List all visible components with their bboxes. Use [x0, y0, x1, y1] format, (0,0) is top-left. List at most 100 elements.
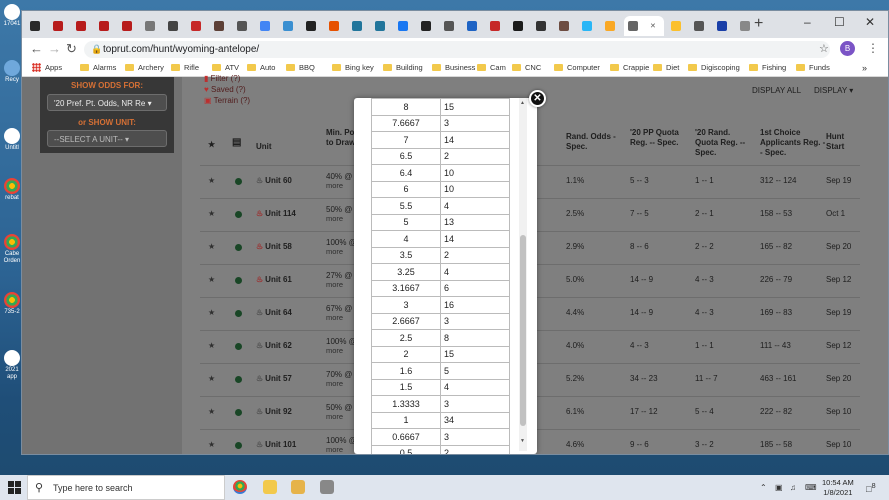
browser-tab[interactable]: [713, 16, 734, 36]
profile-avatar[interactable]: B: [840, 41, 855, 56]
browser-tab[interactable]: [509, 16, 530, 36]
desktop-icon[interactable]: 735-2: [2, 292, 22, 316]
network-icon[interactable]: ▣: [775, 483, 783, 492]
bookmark-folder[interactable]: Cam: [477, 63, 506, 72]
browser-tab[interactable]: [26, 16, 47, 36]
desktop-icon-image: [4, 292, 20, 308]
browser-tab[interactable]: [532, 16, 553, 36]
points-row: 2.5 8: [371, 329, 510, 347]
modal-scrollbar[interactable]: ▲ ▼: [519, 98, 527, 451]
points-value: 4: [371, 230, 441, 248]
menu-dots-icon[interactable]: ⋮: [867, 41, 879, 55]
windows-start-icon[interactable]: [8, 481, 21, 494]
minimize-icon[interactable]: –: [804, 15, 811, 29]
scroll-down-icon[interactable]: ▼: [520, 438, 525, 444]
scroll-thumb[interactable]: [520, 235, 526, 426]
new-tab-button[interactable]: +: [754, 15, 763, 33]
points-value: 1: [371, 411, 441, 429]
bookmark-folder[interactable]: Bing key: [332, 63, 374, 72]
bookmark-folder[interactable]: Business: [432, 63, 475, 72]
desktop-icon[interactable]: rebat: [2, 178, 22, 202]
bookmark-folder[interactable]: Alarms: [80, 63, 116, 72]
browser-tab[interactable]: [417, 16, 438, 36]
desktop-icon[interactable]: 2021 app: [2, 350, 22, 381]
browser-tab[interactable]: [601, 16, 622, 36]
bookmark-folder[interactable]: Diet: [653, 63, 679, 72]
desktop-icon-label: 2021 app: [5, 367, 19, 380]
browser-tab[interactable]: [578, 16, 599, 36]
reload-icon[interactable]: ↻: [66, 41, 77, 57]
folder-icon: [171, 64, 180, 71]
address-bar[interactable]: 🔒 toprut.com/hunt/wyoming-antelope/: [84, 41, 830, 58]
browser-tab[interactable]: [141, 16, 162, 36]
apps-bookmark[interactable]: Apps: [32, 63, 62, 72]
bookmark-folder[interactable]: BBQ: [286, 63, 315, 72]
browser-tab[interactable]: [164, 16, 185, 36]
browser-tab[interactable]: [486, 16, 507, 36]
check-icon: [168, 21, 178, 31]
forward-icon[interactable]: →: [48, 41, 61, 56]
facebook-icon: [398, 21, 408, 31]
browser-tab[interactable]: [210, 16, 231, 36]
browser-tab[interactable]: [302, 16, 323, 36]
bookmark-folder[interactable]: Rifle: [171, 63, 199, 72]
back-icon[interactable]: ←: [30, 41, 43, 56]
desktop-icon[interactable]: 17041: [2, 4, 22, 28]
points-row: 3.1667 6: [371, 279, 510, 297]
bookmark-label: Business: [445, 63, 476, 72]
browser-tab[interactable]: [233, 16, 254, 36]
browser-tab[interactable]: [463, 16, 484, 36]
volume-icon[interactable]: ♫: [790, 483, 796, 492]
folder-icon[interactable]: [291, 480, 305, 494]
browser-tab[interactable]: ✕: [624, 16, 664, 36]
close-tab-icon[interactable]: ✕: [650, 22, 656, 30]
browser-tab[interactable]: [325, 16, 346, 36]
bookmark-folder[interactable]: Building: [383, 63, 423, 72]
tray-chevron-icon[interactable]: ⌃: [760, 483, 767, 492]
browser-tab[interactable]: [256, 16, 277, 36]
clock[interactable]: 10:54 AM 1/8/2021: [822, 478, 854, 498]
modal-close-icon[interactable]: ✕: [529, 90, 546, 107]
bookmark-folder[interactable]: Digiscoping: [688, 63, 740, 72]
browser-tab[interactable]: [371, 16, 392, 36]
desktop-icon[interactable]: Untitl: [2, 128, 22, 152]
browser-window: ✕ + – ☐ ✕ ← → ↻ 🔒 toprut.com/hunt/wyomin…: [21, 10, 889, 455]
browser-tab[interactable]: [348, 16, 369, 36]
browser-tab[interactable]: [440, 16, 461, 36]
count-value: 4: [440, 378, 510, 396]
browser-tab[interactable]: [187, 16, 208, 36]
browser-tab[interactable]: [49, 16, 70, 36]
bookmark-folder[interactable]: Archery: [125, 63, 164, 72]
browser-tab[interactable]: [394, 16, 415, 36]
bookmark-folder[interactable]: Computer: [554, 63, 600, 72]
scroll-up-icon[interactable]: ▲: [520, 100, 525, 106]
bookmark-folder[interactable]: Fishing: [749, 63, 786, 72]
taskbar-search[interactable]: ⚲ Type here to search: [27, 475, 225, 500]
bookmark-label: CNC: [525, 63, 542, 72]
browser-tab[interactable]: [555, 16, 576, 36]
count-value: 14: [440, 131, 510, 149]
bookmark-folder[interactable]: CNC: [512, 63, 541, 72]
bookmark-folder[interactable]: ATV: [212, 63, 239, 72]
browser-tab[interactable]: [667, 16, 688, 36]
google-icon: [260, 21, 270, 31]
browser-tab[interactable]: [690, 16, 711, 36]
maximize-icon[interactable]: ☐: [834, 15, 845, 29]
browser-tab[interactable]: [118, 16, 139, 36]
keyboard-icon[interactable]: ⌨: [805, 483, 817, 492]
app-icon[interactable]: [320, 480, 334, 494]
more-bookmarks-icon[interactable]: »: [862, 63, 867, 73]
chrome-taskbar-icon[interactable]: [233, 480, 247, 494]
desktop-icon[interactable]: Recy: [2, 60, 22, 84]
bookmark-folder[interactable]: Funds: [796, 63, 830, 72]
close-window-icon[interactable]: ✕: [865, 15, 875, 29]
bookmark-folder[interactable]: Auto: [247, 63, 275, 72]
browser-tab[interactable]: [72, 16, 93, 36]
browser-tab[interactable]: [95, 16, 116, 36]
bookmark-star-icon[interactable]: ☆: [819, 42, 829, 55]
bookmark-folder[interactable]: Crappie: [610, 63, 649, 72]
desktop-icon[interactable]: Cabe Orden: [2, 234, 22, 265]
file-explorer-icon[interactable]: [263, 480, 277, 494]
browser-tab[interactable]: [279, 16, 300, 36]
notification-icon[interactable]: □8: [866, 481, 876, 494]
